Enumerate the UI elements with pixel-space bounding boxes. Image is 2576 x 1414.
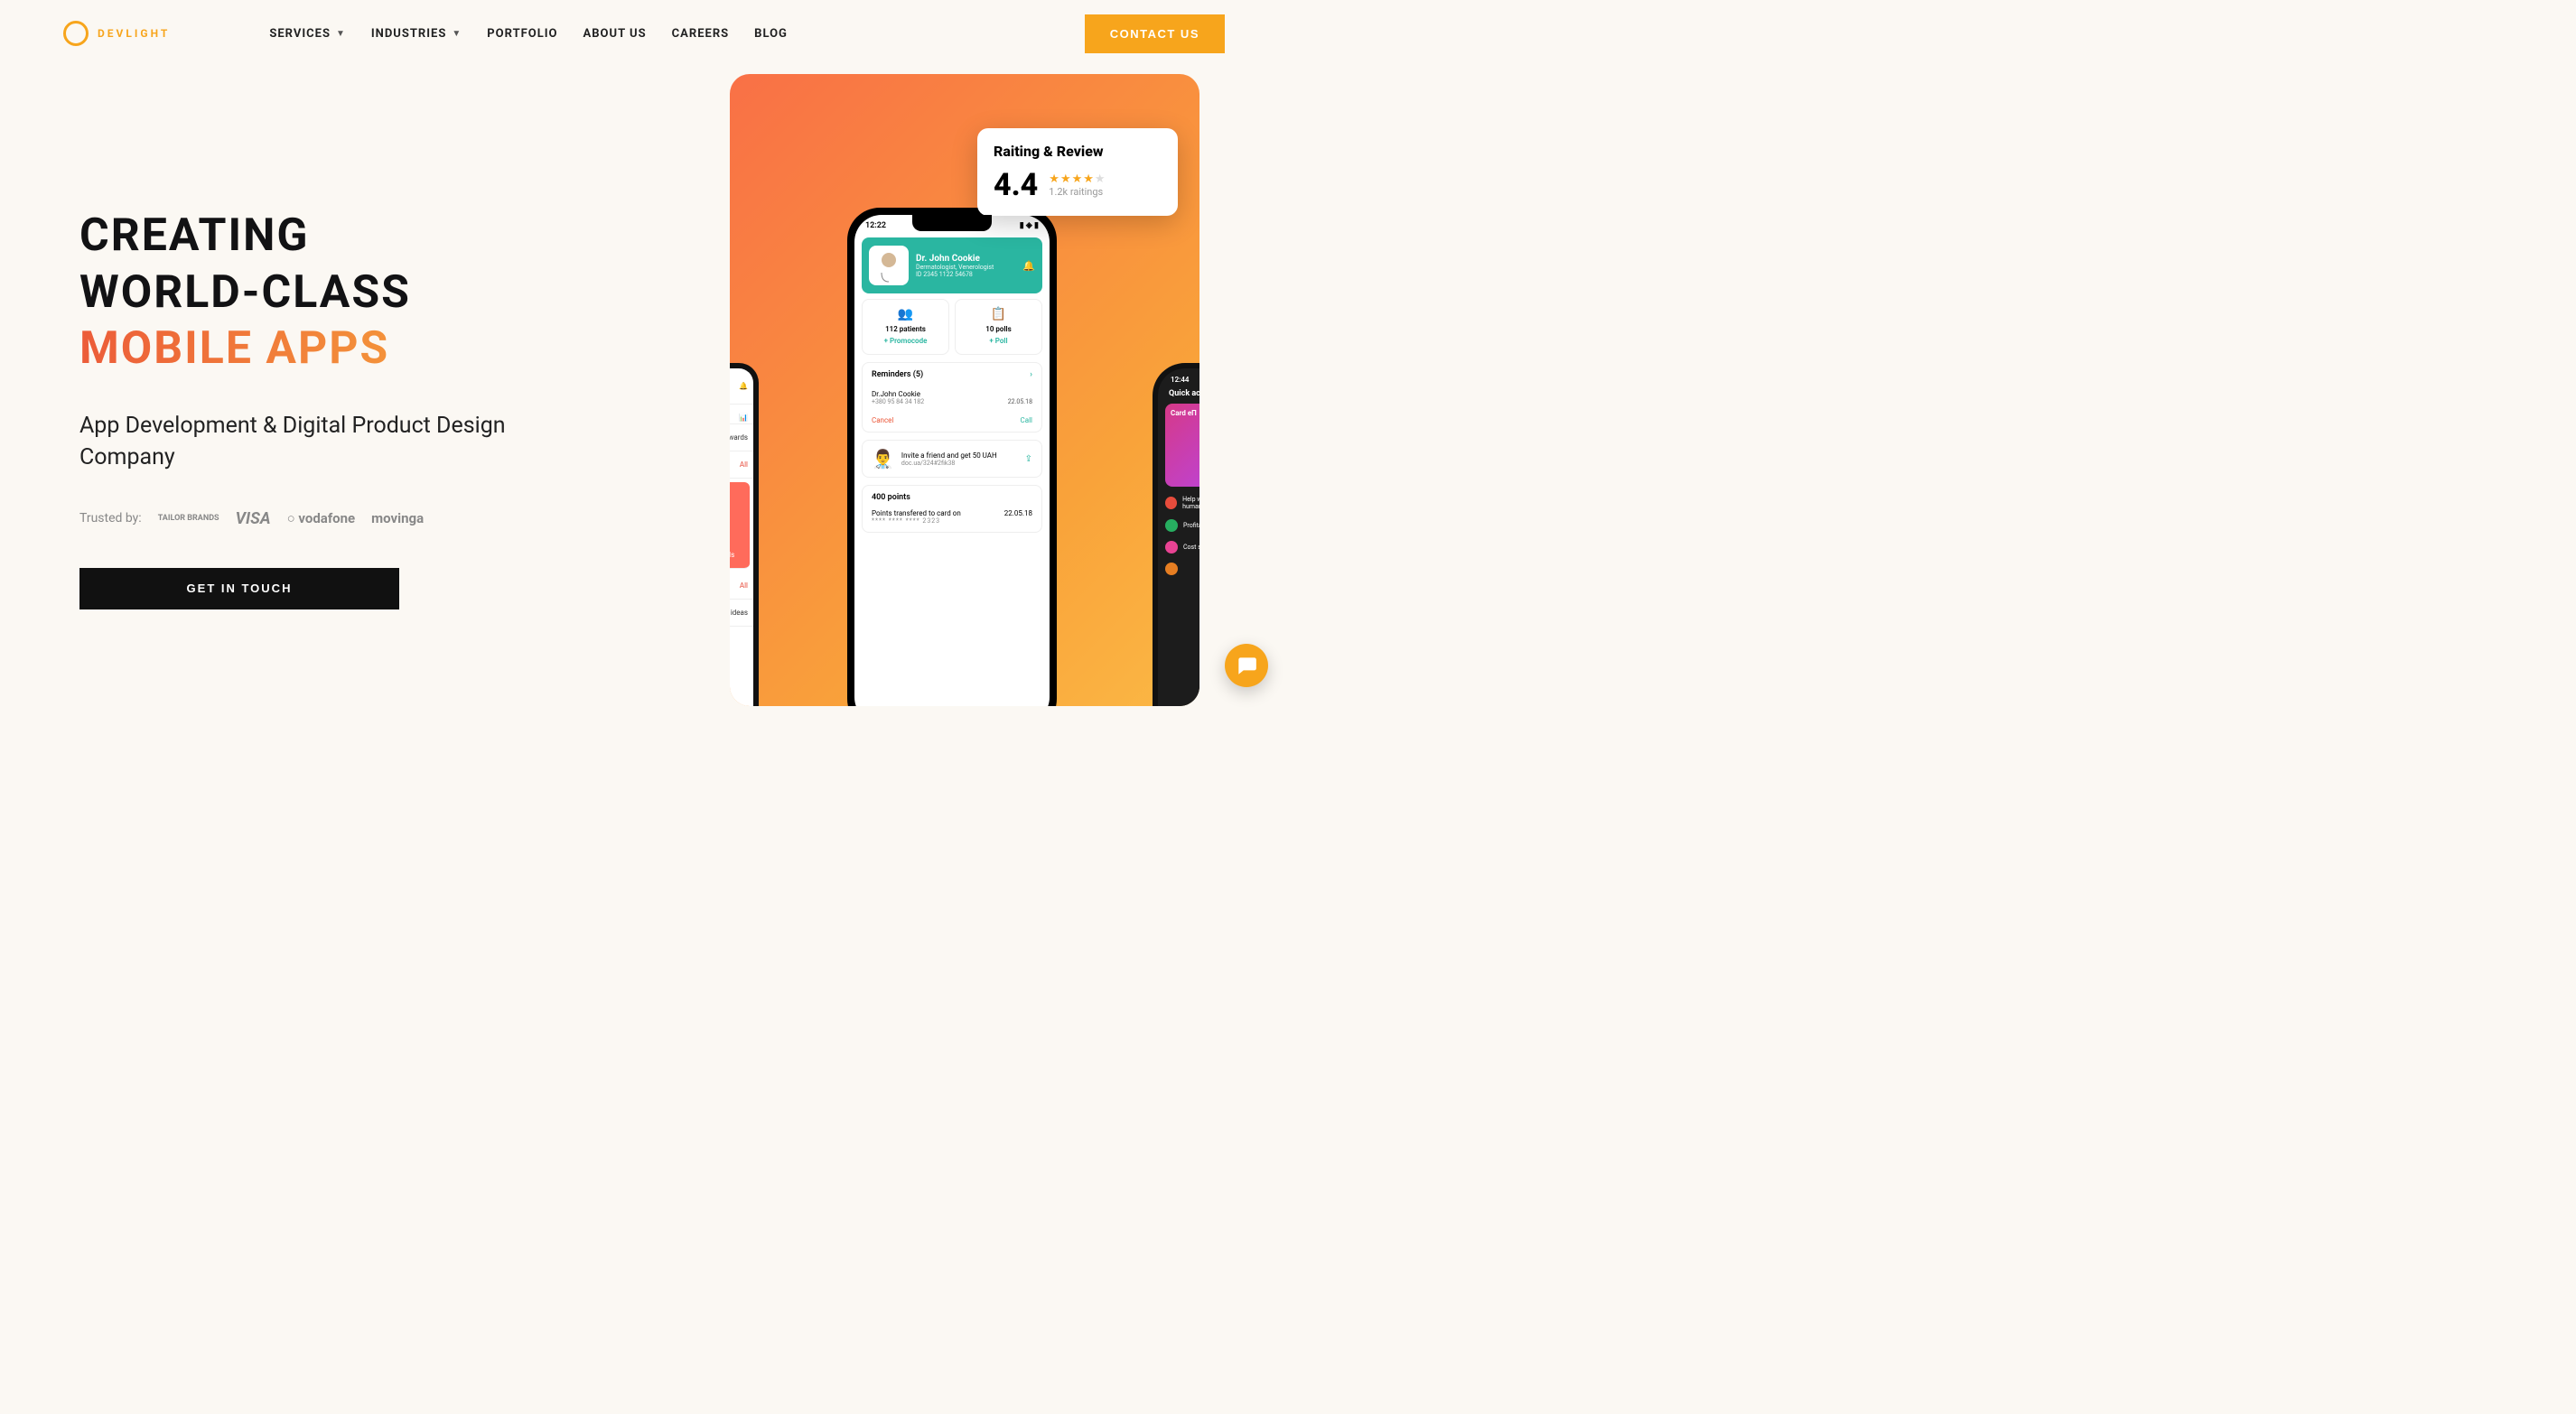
chevron-right-icon: › bbox=[1030, 370, 1032, 379]
phone-mockup-left: 🔔 📊 wards All Details All reat ideas bbox=[730, 363, 759, 706]
hero-headline: CREATING WORLD-CLASS MOBILE APPS bbox=[79, 208, 567, 377]
nav-careers[interactable]: CAREERS bbox=[672, 27, 730, 41]
nav-services[interactable]: SERVICES ▼ bbox=[269, 27, 346, 41]
fire-icon bbox=[1165, 563, 1178, 575]
hero-showcase: 🔔 📊 wards All Details All reat ideas 12:… bbox=[730, 74, 1199, 706]
vodafone-logo: ○ vodafone bbox=[287, 510, 356, 526]
rating-score: 4.4 bbox=[994, 167, 1038, 203]
tailor-brands-logo: TAILOR BRANDS bbox=[158, 514, 219, 523]
movinga-logo: movinga bbox=[371, 510, 424, 526]
polls-icon: 📋 bbox=[959, 307, 1038, 321]
get-in-touch-button[interactable]: GET IN TOUCH bbox=[79, 568, 399, 609]
stats-icon bbox=[1165, 541, 1178, 554]
polls-stat-card: 📋 10 polls + Poll bbox=[955, 299, 1042, 355]
brand-name: DEVLIGHT bbox=[98, 27, 170, 40]
phone-mockup-right: 12:44 Quick actio Card eП Help with huma… bbox=[1153, 363, 1199, 706]
star-rating-icon: ★★★★★ bbox=[1049, 172, 1106, 186]
nav-industries[interactable]: INDUSTRIES ▼ bbox=[371, 27, 462, 41]
chevron-down-icon: ▼ bbox=[452, 29, 462, 39]
nav-blog[interactable]: BLOG bbox=[754, 27, 788, 41]
invite-friend-icon: 👨‍⚕️ bbox=[872, 448, 894, 470]
brand-logo[interactable]: DEVLIGHT bbox=[63, 21, 170, 46]
doctor-profile-card: Dr. John Cookie Dermatologist, Venerolog… bbox=[862, 237, 1042, 293]
trusted-label: Trusted by: bbox=[79, 511, 142, 526]
main-nav: SERVICES ▼ INDUSTRIES ▼ PORTFOLIO ABOUT … bbox=[269, 27, 788, 41]
chat-bubble-icon bbox=[1235, 654, 1258, 677]
invite-card: 👨‍⚕️ Invite a friend and get 50 UAH doc.… bbox=[862, 440, 1042, 478]
help-icon bbox=[1165, 497, 1177, 509]
visa-logo: VISA bbox=[236, 509, 271, 528]
patients-stat-card: 👥 112 patients + Promocode bbox=[862, 299, 949, 355]
nav-portfolio[interactable]: PORTFOLIO bbox=[487, 27, 557, 41]
logo-circle-icon bbox=[63, 21, 89, 46]
doctor-avatar bbox=[869, 246, 909, 285]
phone-mockup-center: 12:22 ▮ ◈ ▮ Dr. John Cookie Dermatologis… bbox=[847, 208, 1057, 706]
nav-about[interactable]: ABOUT US bbox=[583, 27, 647, 41]
safe-icon bbox=[1165, 519, 1178, 532]
chat-widget-button[interactable] bbox=[1225, 644, 1268, 687]
hero-subtitle: App Development & Digital Product Design… bbox=[79, 410, 567, 473]
rating-review-card: Raiting & Review 4.4 ★★★★★ 1.2k raitings bbox=[977, 128, 1178, 216]
patients-icon: 👥 bbox=[866, 307, 945, 321]
reminders-card: Reminders (5) › Dr.John Cookie +380 95 8… bbox=[862, 362, 1042, 433]
signal-wifi-battery-icon: ▮ ◈ ▮ bbox=[1020, 221, 1039, 230]
notification-bell-icon: 🔔 bbox=[1022, 260, 1035, 272]
chevron-down-icon: ▼ bbox=[336, 29, 346, 39]
points-card: 400 points Points transfered to card on … bbox=[862, 485, 1042, 533]
contact-us-button[interactable]: CONTACT US bbox=[1085, 14, 1225, 53]
share-icon: ⇪ bbox=[1025, 454, 1032, 464]
trusted-by-row: Trusted by: TAILOR BRANDS VISA ○ vodafon… bbox=[79, 509, 567, 528]
site-header: DEVLIGHT SERVICES ▼ INDUSTRIES ▼ PORTFOL… bbox=[0, 0, 1288, 54]
